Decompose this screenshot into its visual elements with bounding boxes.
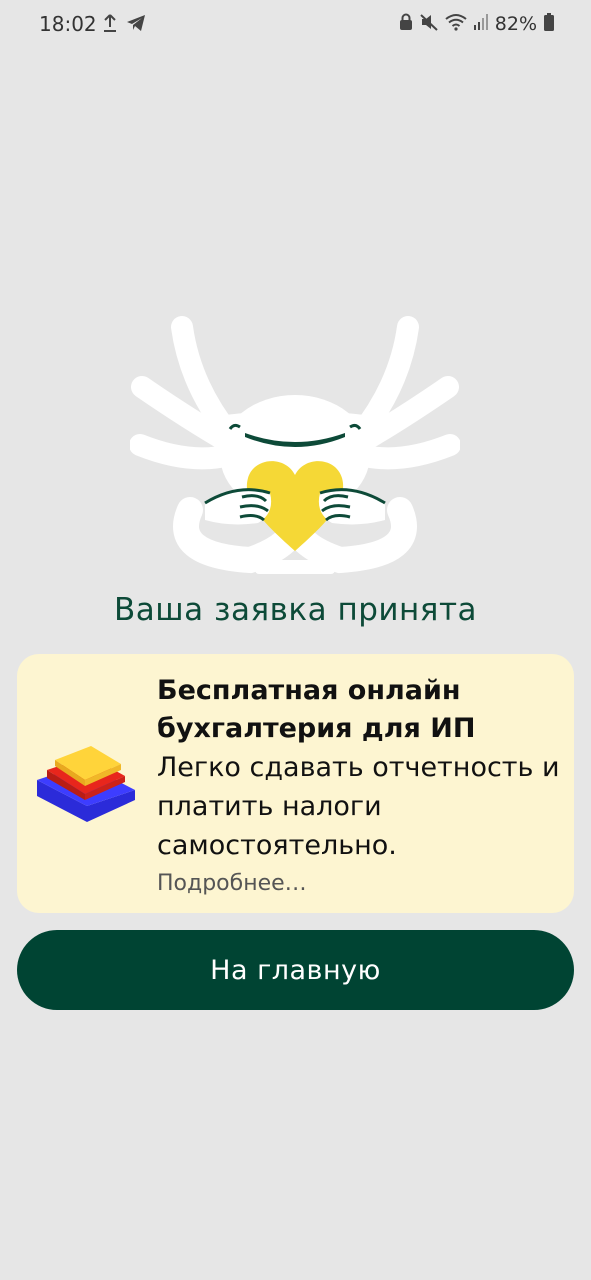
promo-more-link[interactable]: Подробнее… bbox=[157, 867, 567, 901]
signal-icon bbox=[473, 13, 489, 35]
status-time: 18:02 bbox=[39, 12, 97, 36]
page-title: Ваша заявка принята bbox=[113, 592, 478, 628]
promo-description: Легко сдавать отчетность и платить налог… bbox=[157, 752, 560, 861]
promo-card[interactable]: Бесплатная онлайн бухгалтерия для ИП Лег… bbox=[17, 654, 574, 913]
telegram-icon bbox=[126, 14, 146, 36]
battery-icon bbox=[543, 12, 555, 36]
wifi-icon bbox=[445, 13, 467, 35]
promo-text: Бесплатная онлайн бухгалтерия для ИП Лег… bbox=[157, 672, 567, 901]
mute-icon bbox=[419, 13, 439, 35]
status-bar: 18:02 82% bbox=[0, 0, 591, 48]
home-button[interactable]: На главную bbox=[17, 930, 574, 1010]
lock-icon bbox=[399, 13, 413, 35]
stacked-layers-icon bbox=[37, 738, 137, 832]
upload-icon bbox=[102, 13, 118, 37]
battery-percent: 82% bbox=[494, 13, 537, 35]
promo-title: Бесплатная онлайн бухгалтерия для ИП bbox=[157, 675, 476, 744]
status-indicators: 82% bbox=[399, 12, 555, 36]
heart-mascot-illustration bbox=[129, 315, 461, 580]
